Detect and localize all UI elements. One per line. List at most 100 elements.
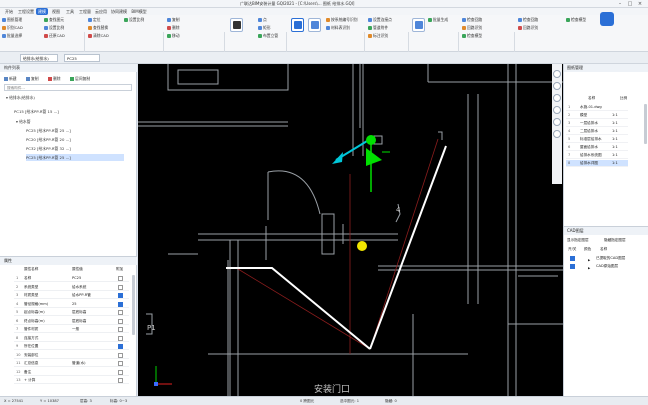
- drawing-row[interactable]: 7 给排水系统图 1:1: [566, 152, 628, 159]
- drawing-row[interactable]: 3 一层给排水 1:1: [566, 120, 628, 127]
- tree-item[interactable]: ▾ 给水管: [16, 118, 31, 125]
- close-icon[interactable]: ×: [636, 1, 644, 7]
- attach-checkbox[interactable]: [118, 369, 123, 375]
- tab-collab[interactable]: 协同建模: [110, 8, 128, 15]
- tab-start[interactable]: 开始: [2, 8, 16, 15]
- property-row[interactable]: 7 管件材质 一般: [14, 326, 129, 333]
- minimize-icon[interactable]: –: [616, 1, 624, 7]
- property-value[interactable]: 管道(水): [72, 360, 86, 367]
- attach-checkbox[interactable]: [118, 378, 123, 383]
- tree-item[interactable]: PC32 [给水PP-R管 32 ...]: [26, 145, 71, 152]
- scrollbar[interactable]: [132, 275, 135, 335]
- project-select[interactable]: 给排水(给排水): [20, 54, 58, 62]
- tree-item[interactable]: PC25 [给水PP-R管 25 ...]: [26, 127, 71, 134]
- ribbon-item[interactable]: 检查模型: [462, 33, 482, 39]
- layer-row[interactable]: ▶ CAD原始图层: [566, 263, 646, 270]
- property-row[interactable]: 6 终点标高(m) 层底标高: [14, 318, 129, 325]
- generate-fitting-button[interactable]: [412, 18, 425, 32]
- ribbon-item[interactable]: 管道附件: [368, 25, 388, 31]
- ribbon-item[interactable]: 点: [258, 17, 267, 23]
- element-select[interactable]: PC25: [64, 54, 100, 62]
- drawing-row[interactable]: 5 标准层给排水 1:1: [566, 136, 628, 143]
- ribbon-item[interactable]: 查找替换: [88, 25, 108, 31]
- ribbon-item[interactable]: 复制: [167, 17, 180, 23]
- property-value[interactable]: 给水PP-R管: [72, 292, 91, 299]
- zoom-icon[interactable]: [553, 82, 561, 90]
- tab-modeling[interactable]: 建模: [36, 8, 48, 15]
- drawing-row[interactable]: 8 给排水详图 1:1: [566, 160, 628, 167]
- attach-checkbox[interactable]: [118, 361, 123, 366]
- drawing-row[interactable]: 2 模型 1:1: [566, 112, 628, 119]
- ribbon-item[interactable]: 设置连接点: [368, 17, 392, 23]
- ribbon-item[interactable]: 清除CAD: [88, 33, 109, 39]
- property-row[interactable]: 8 连接方式: [14, 335, 129, 342]
- fit-icon[interactable]: [553, 106, 561, 114]
- pan-icon[interactable]: [553, 94, 561, 102]
- attach-checkbox[interactable]: [118, 301, 123, 307]
- drawing-row[interactable]: 1 水施-01.dwg: [566, 104, 628, 111]
- property-row[interactable]: 1 名称 PC25: [14, 275, 129, 282]
- tab-bim[interactable]: BIM模型: [130, 8, 148, 15]
- scrollbar[interactable]: [644, 104, 647, 144]
- tab-quantities[interactable]: 工程量: [78, 8, 92, 15]
- property-value[interactable]: PC25: [72, 275, 81, 282]
- ribbon-item[interactable]: 材料表识别: [326, 25, 350, 31]
- ribbon-item[interactable]: 标注识别: [368, 33, 388, 39]
- ribbon-item[interactable]: 查找图元: [44, 17, 64, 23]
- maximize-icon[interactable]: □: [626, 1, 634, 7]
- tree-item-selected[interactable]: PC25 [给水PP-R管 25 ...]: [26, 154, 124, 161]
- delete-button[interactable]: 删除: [48, 75, 61, 82]
- auto-identify-button[interactable]: [308, 18, 321, 32]
- attach-checkbox[interactable]: [118, 352, 123, 358]
- attach-checkbox[interactable]: [118, 310, 123, 315]
- ribbon-item[interactable]: 回路识别: [462, 25, 482, 31]
- property-row[interactable]: 9 所在位置: [14, 343, 129, 350]
- property-row[interactable]: 2 系统类型 给水系统: [14, 284, 129, 291]
- ribbon-item[interactable]: 回路识别: [518, 25, 538, 31]
- expand-icon[interactable]: ▶: [588, 265, 590, 272]
- layer-row[interactable]: ▶ 已提取的CAD图层: [566, 255, 646, 262]
- ribbon-item[interactable]: 检查模型: [566, 17, 586, 23]
- property-row[interactable]: 12 备注: [14, 369, 129, 376]
- checkbox-icon[interactable]: [570, 256, 575, 261]
- attach-checkbox[interactable]: [118, 344, 123, 349]
- tree-item[interactable]: PC20 [给水PP-R管 20 ...]: [26, 136, 71, 143]
- ribbon-item[interactable]: 检查回路: [518, 17, 538, 23]
- show-layer-button[interactable]: 显示指定图层: [567, 238, 589, 243]
- property-value[interactable]: 25: [72, 301, 77, 308]
- ribbon-item[interactable]: 布置立管: [258, 33, 278, 39]
- attach-checkbox[interactable]: [118, 335, 123, 341]
- tree-item[interactable]: PC15 [给水PP-R管 15 ...]: [14, 108, 59, 115]
- property-value[interactable]: 给水系统: [72, 284, 86, 291]
- ribbon-item[interactable]: 图纸管理: [2, 17, 22, 23]
- ribbon-item[interactable]: 还原CAD: [44, 33, 65, 39]
- bim-app-icon[interactable]: [600, 12, 614, 26]
- ribbon-item[interactable]: 删除: [167, 25, 180, 31]
- hide-layer-button[interactable]: 隐藏指定图层: [604, 238, 626, 243]
- drawing-row[interactable]: 4 二层给排水 1:1: [566, 128, 628, 135]
- property-row[interactable]: 3 材质类型 给水PP-R管: [14, 292, 129, 299]
- ribbon-item[interactable]: 移动: [167, 33, 180, 39]
- ribbon-item[interactable]: 设置比例: [44, 25, 64, 31]
- view3d-icon[interactable]: [553, 118, 561, 126]
- attach-checkbox[interactable]: [118, 293, 123, 298]
- ribbon-item[interactable]: 设置比例: [124, 17, 144, 23]
- new-button[interactable]: 新建: [4, 75, 17, 82]
- tab-cloud[interactable]: 云应用: [94, 8, 108, 15]
- attach-checkbox[interactable]: [118, 276, 123, 281]
- ribbon-item[interactable]: 批量选择: [2, 33, 22, 39]
- draw-line-button[interactable]: [230, 18, 243, 32]
- property-row[interactable]: 10 安装部位: [14, 352, 129, 359]
- property-value[interactable]: 层底标高: [72, 309, 86, 316]
- ribbon-item[interactable]: 定位: [88, 17, 101, 23]
- checkbox-icon[interactable]: [570, 264, 575, 269]
- drawing-row[interactable]: 6 屋面给排水 1:1: [566, 144, 628, 151]
- attach-checkbox[interactable]: [118, 327, 123, 332]
- ribbon-item[interactable]: 批量生成: [428, 17, 448, 23]
- tab-view[interactable]: 视图: [50, 8, 62, 15]
- layer-copy-button[interactable]: 层间复制: [70, 75, 90, 82]
- attach-checkbox[interactable]: [118, 284, 123, 290]
- ribbon-item[interactable]: 矩形: [258, 25, 271, 31]
- layer-icon[interactable]: [553, 130, 561, 138]
- tree-item[interactable]: ▾ 给排水(给排水): [6, 94, 35, 101]
